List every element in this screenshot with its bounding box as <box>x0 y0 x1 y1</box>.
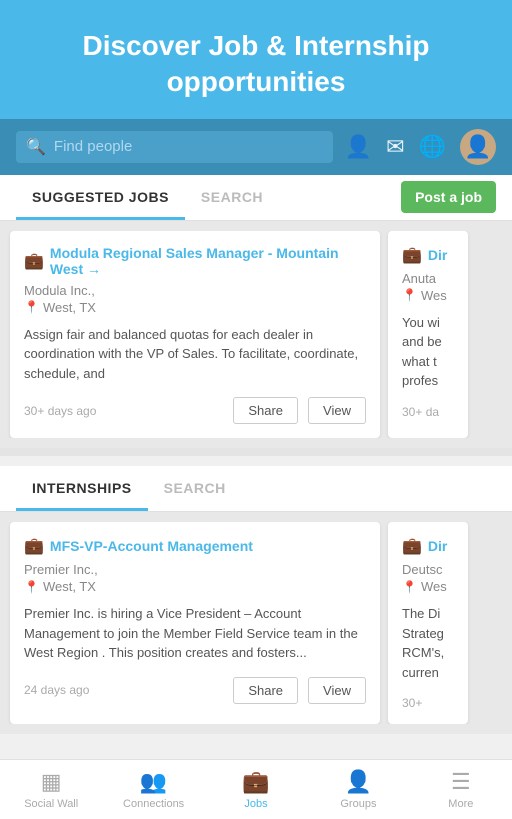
tab-internships[interactable]: INTERNSHIPS <box>16 466 148 511</box>
job-title-2: 💼 Dir <box>402 245 454 265</box>
internship-card-1: 💼 MFS-VP-Account Management Premier Inc.… <box>10 522 380 724</box>
location-pin-icon-3: 📍 <box>24 580 39 594</box>
job-company-2: Anuta <box>402 271 454 286</box>
internships-tabs: INTERNSHIPS SEARCH <box>0 466 512 512</box>
internship-title-2: 💼 Dir <box>402 536 454 556</box>
briefcase-icon-2: 💼 <box>402 245 422 265</box>
job-location-1: 📍 West, TX <box>24 300 366 315</box>
nav-label-jobs: Jobs <box>244 798 267 810</box>
job-location-2: 📍 Wes <box>402 288 454 303</box>
nav-label-connections: Connections <box>123 798 184 810</box>
job-company-1: Modula Inc., <box>24 283 366 298</box>
internship-card-2-partial: 💼 Dir Deutsc 📍 Wes The Di Strateg RCM's,… <box>388 522 468 724</box>
job-view-button-1[interactable]: View <box>308 397 366 424</box>
job-description-1: Assign fair and balanced quotas for each… <box>24 325 366 384</box>
internship-share-button-1[interactable]: Share <box>233 677 298 704</box>
internship-card-footer-1: 24 days ago Share View <box>24 677 366 704</box>
internship-company-2: Deutsc <box>402 562 454 577</box>
nav-icons: 👤 ✉ 🌐 👤 <box>345 129 496 165</box>
job-card-2-partial: 💼 Dir Anuta 📍 Wes You wi and be what t p… <box>388 231 468 439</box>
job-card-footer-1: 30+ days ago Share View <box>24 397 366 424</box>
internship-time-2: 30+ <box>402 696 454 710</box>
briefcase-icon-4: 💼 <box>402 536 422 556</box>
internships-cards-row: 💼 MFS-VP-Account Management Premier Inc.… <box>0 522 512 724</box>
job-title-1[interactable]: 💼 Modula Regional Sales Manager - Mounta… <box>24 245 366 277</box>
people-icon[interactable]: 👤 <box>345 134 372 160</box>
search-input-wrapper[interactable]: 🔍 <box>16 131 333 163</box>
location-pin-icon-2: 📍 <box>402 288 417 302</box>
internship-company-1: Premier Inc., <box>24 562 366 577</box>
header: Discover Job & Internship opportunities <box>0 0 512 119</box>
nav-label-social-wall: Social Wall <box>24 798 78 810</box>
internship-view-button-1[interactable]: View <box>308 677 366 704</box>
search-bar: 🔍 👤 ✉ 🌐 👤 <box>0 119 512 175</box>
nav-item-groups[interactable]: 👤 Groups <box>307 760 409 819</box>
internships-cards-section: 💼 MFS-VP-Account Management Premier Inc.… <box>0 512 512 734</box>
nav-item-jobs[interactable]: 💼 Jobs <box>205 760 307 819</box>
nav-item-social-wall[interactable]: ▦ Social Wall <box>0 760 102 819</box>
post-job-button[interactable]: Post a job <box>401 181 496 213</box>
job-time-1: 30+ days ago <box>24 404 223 418</box>
location-pin-icon-4: 📍 <box>402 580 417 594</box>
internship-description-2: The Di Strateg RCM's, curren <box>402 604 454 682</box>
grid-icon: ▦ <box>41 769 62 795</box>
globe-icon[interactable]: 🌐 <box>419 134 446 160</box>
briefcase-icon-3: 💼 <box>24 536 44 556</box>
tab-internships-search[interactable]: SEARCH <box>148 466 242 511</box>
internship-title-1[interactable]: 💼 MFS-VP-Account Management <box>24 536 366 556</box>
location-pin-icon-1: 📍 <box>24 300 39 314</box>
jobs-icon: 💼 <box>242 769 269 795</box>
jobs-cards-section: 💼 Modula Regional Sales Manager - Mounta… <box>0 221 512 449</box>
nav-label-more: More <box>448 798 473 810</box>
internship-location-1: 📍 West, TX <box>24 579 366 594</box>
connections-icon: 👥 <box>140 769 167 795</box>
nav-item-connections[interactable]: 👥 Connections <box>102 760 204 819</box>
avatar[interactable]: 👤 <box>460 129 496 165</box>
job-time-2: 30+ da <box>402 405 454 419</box>
nav-item-more[interactable]: ☰ More <box>410 760 512 819</box>
nav-label-groups: Groups <box>340 798 376 810</box>
search-input[interactable] <box>54 138 323 155</box>
internship-location-2: 📍 Wes <box>402 579 454 594</box>
jobs-tabs: SUGGESTED JOBS SEARCH Post a job <box>0 175 512 221</box>
job-card-1: 💼 Modula Regional Sales Manager - Mounta… <box>10 231 380 439</box>
jobs-cards-row: 💼 Modula Regional Sales Manager - Mounta… <box>0 231 512 439</box>
tab-jobs-search[interactable]: SEARCH <box>185 175 279 220</box>
search-icon: 🔍 <box>26 137 46 157</box>
briefcase-icon-1: 💼 <box>24 251 44 271</box>
bottom-nav: ▦ Social Wall 👥 Connections 💼 Jobs 👤 Gro… <box>0 759 512 819</box>
job-description-2: You wi and be what t profes <box>402 313 454 391</box>
tab-suggested-jobs[interactable]: SUGGESTED JOBS <box>16 175 185 220</box>
more-icon: ☰ <box>451 769 471 795</box>
section-divider <box>0 448 512 456</box>
main-content: SUGGESTED JOBS SEARCH Post a job 💼 Modul… <box>0 175 512 794</box>
internship-description-1: Premier Inc. is hiring a Vice President … <box>24 604 366 663</box>
job-share-button-1[interactable]: Share <box>233 397 298 424</box>
groups-icon: 👤 <box>345 769 372 795</box>
internship-time-1: 24 days ago <box>24 683 223 697</box>
mail-icon[interactable]: ✉ <box>386 134 404 160</box>
page-title: Discover Job & Internship opportunities <box>20 28 492 101</box>
